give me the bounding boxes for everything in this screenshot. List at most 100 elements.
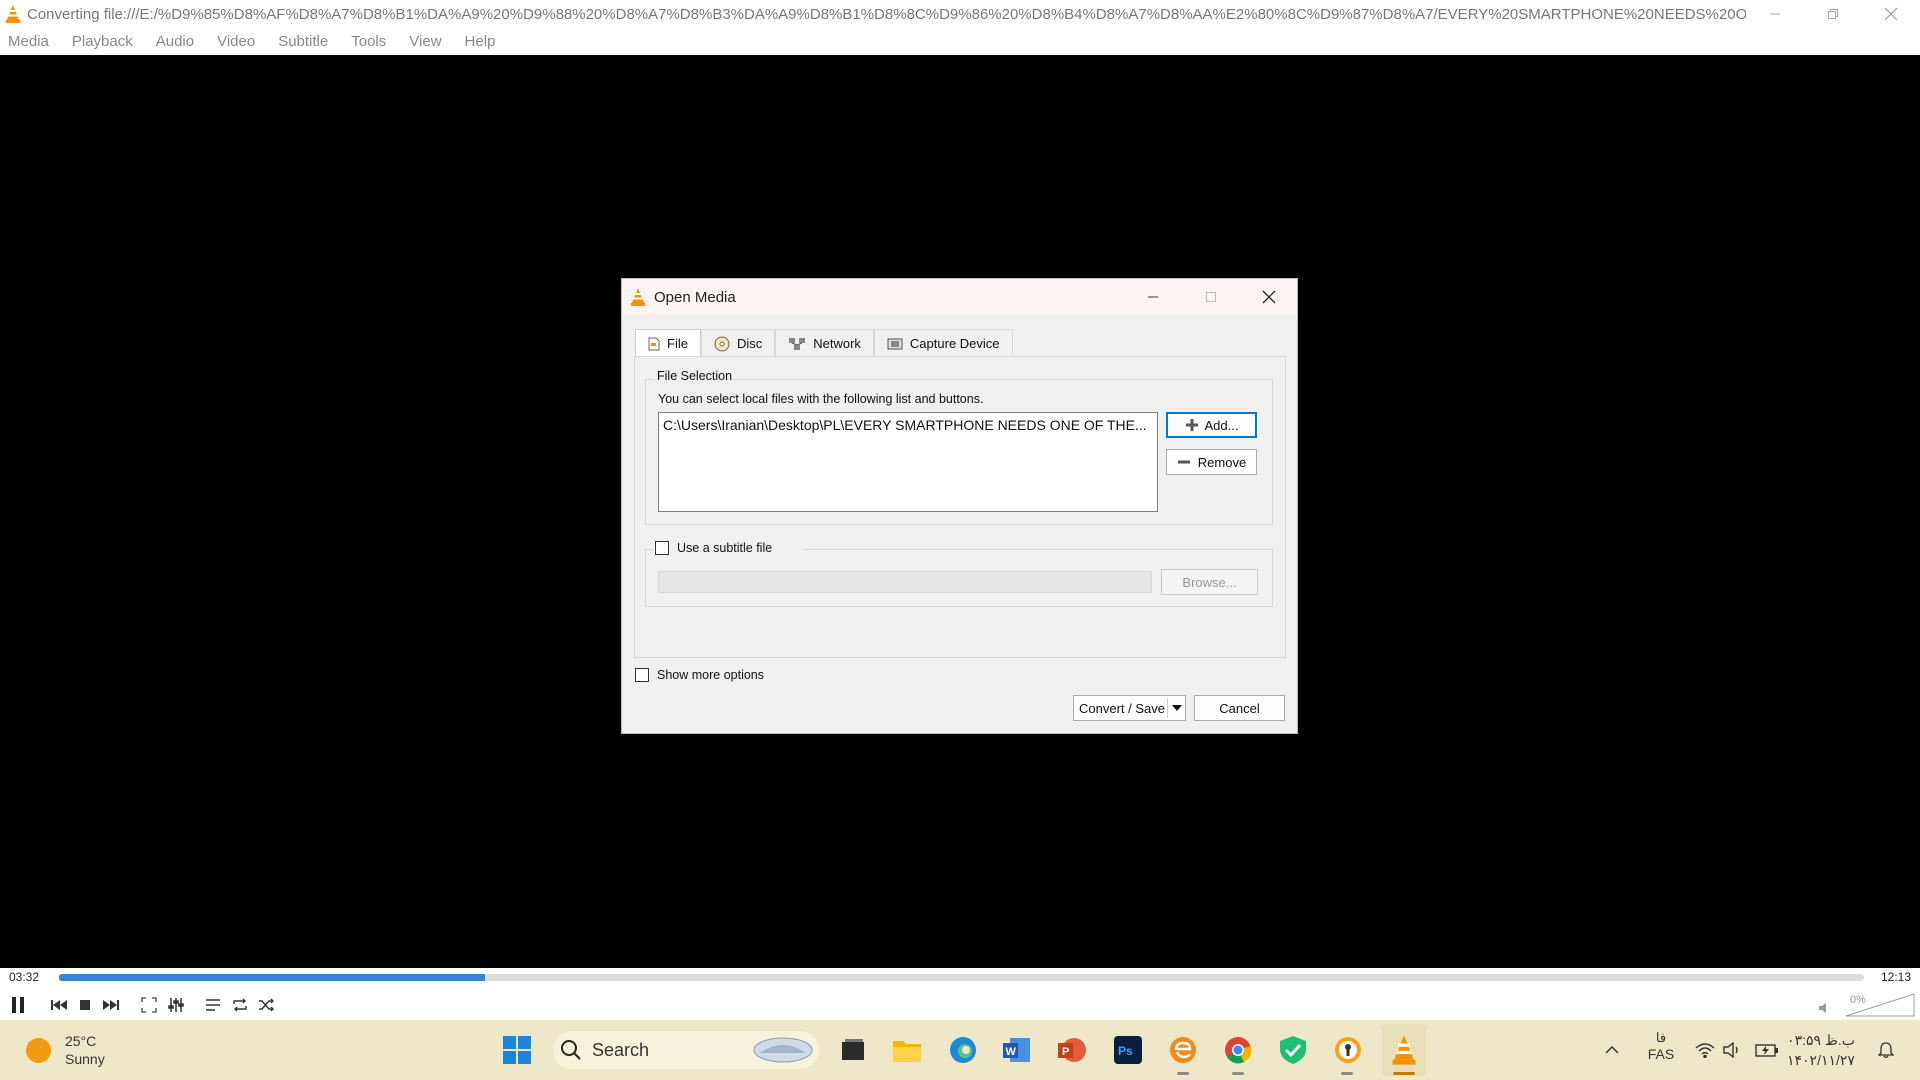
- menu-help[interactable]: Help: [465, 33, 496, 50]
- weather-widget[interactable]: 25°C Sunny: [26, 1032, 105, 1068]
- battery-button[interactable]: [1750, 1032, 1784, 1068]
- vlc-cone-icon: [6, 5, 20, 23]
- maximize-icon: [1206, 292, 1216, 302]
- e-logo-icon: [1170, 1037, 1196, 1063]
- fullscreen-button[interactable]: [136, 992, 162, 1018]
- show-more-options-label[interactable]: Show more options: [657, 668, 764, 682]
- convert-options-dropdown[interactable]: [1168, 696, 1185, 720]
- add-file-button[interactable]: Add...: [1166, 412, 1257, 438]
- language-indicator[interactable]: فا FAS: [1646, 1030, 1676, 1062]
- cancel-label: Cancel: [1219, 700, 1260, 716]
- photoshop-icon: Ps: [1114, 1036, 1142, 1064]
- player-controls: 03:32 12:13 0%: [0, 968, 1920, 1020]
- tab-file[interactable]: File: [635, 329, 701, 357]
- chrome-app[interactable]: [1220, 1032, 1256, 1068]
- menu-view[interactable]: View: [409, 33, 441, 50]
- notifications-button[interactable]: [1868, 1032, 1904, 1068]
- svg-text:W: W: [1006, 1046, 1017, 1058]
- app-running-indicator: [1232, 1072, 1244, 1075]
- task-view-button[interactable]: [834, 1032, 870, 1068]
- tab-disc[interactable]: Disc: [700, 329, 776, 357]
- word-app[interactable]: W: [999, 1032, 1035, 1068]
- chevron-down-icon: [1171, 705, 1182, 711]
- start-button[interactable]: [499, 1032, 535, 1068]
- menu-media[interactable]: Media: [8, 33, 49, 50]
- dialog-minimize-button[interactable]: [1124, 279, 1182, 315]
- extended-settings-button[interactable]: [163, 992, 189, 1018]
- show-more-options-checkbox[interactable]: [635, 668, 649, 682]
- vlc-app[interactable]: [1386, 1032, 1422, 1068]
- windows-logo-icon: [503, 1036, 531, 1064]
- use-subtitle-checkbox[interactable]: [655, 541, 669, 555]
- open-media-dialog: Open Media File Disc Network Capture Dev…: [621, 278, 1298, 734]
- menu-audio[interactable]: Audio: [156, 33, 194, 50]
- security-app[interactable]: [1275, 1032, 1311, 1068]
- folder-icon: [893, 1041, 921, 1062]
- next-icon: [103, 1000, 119, 1010]
- menu-playback[interactable]: Playback: [72, 33, 133, 50]
- menu-tools[interactable]: Tools: [351, 33, 386, 50]
- file-selection-label: File Selection: [655, 369, 735, 383]
- pause-button[interactable]: [5, 992, 31, 1018]
- volume-button[interactable]: [1716, 1032, 1750, 1068]
- network-icon: [788, 337, 806, 351]
- seek-bar[interactable]: [59, 974, 1864, 981]
- chrome-icon: [1225, 1037, 1252, 1064]
- restore-button[interactable]: [1804, 0, 1862, 28]
- minimize-button[interactable]: [1746, 0, 1804, 28]
- menu-video[interactable]: Video: [217, 33, 255, 50]
- search-icon: [561, 1040, 581, 1060]
- browse-label: Browse...: [1182, 574, 1237, 590]
- svg-text:Ps: Ps: [1118, 1044, 1133, 1058]
- file-tab-panel: File Selection You can select local file…: [634, 356, 1286, 658]
- previous-button[interactable]: [46, 992, 72, 1018]
- dialog-title: Open Media: [654, 288, 736, 306]
- taskbar-clock[interactable]: ۰۳:۵۹ ب.ظ ۱۴۰۲/۱۱/۲۷: [1787, 1030, 1855, 1070]
- clock-time: ۰۳:۵۹ ب.ظ: [1787, 1032, 1855, 1048]
- app-active-indicator: [1393, 1072, 1415, 1075]
- cancel-button[interactable]: Cancel: [1194, 695, 1285, 721]
- dialog-close-button[interactable]: [1240, 279, 1298, 315]
- file-list[interactable]: C:\Users\Iranian\Desktop\PL\EVERY SMARTP…: [658, 412, 1158, 512]
- dialog-titlebar: Open Media: [622, 279, 1297, 315]
- tab-capture-device[interactable]: Capture Device: [873, 329, 1013, 357]
- bell-icon: [1878, 1042, 1894, 1059]
- show-hidden-icons-button[interactable]: [1592, 1032, 1632, 1068]
- speaker-icon[interactable]: [1818, 1002, 1828, 1014]
- weather-temp: 25°C: [65, 1033, 97, 1049]
- photoshop-app[interactable]: Ps: [1110, 1032, 1146, 1068]
- file-explorer-app[interactable]: [889, 1032, 925, 1068]
- edge-icon: [950, 1037, 976, 1063]
- remove-file-button[interactable]: Remove: [1166, 449, 1257, 475]
- powerpoint-app[interactable]: P: [1054, 1032, 1090, 1068]
- edge-app[interactable]: [945, 1032, 981, 1068]
- stop-icon: [80, 1000, 90, 1010]
- dialog-maximize-button[interactable]: [1182, 279, 1240, 315]
- menu-subtitle[interactable]: Subtitle: [278, 33, 328, 50]
- minimize-icon: [1148, 296, 1158, 298]
- orange-app[interactable]: [1165, 1032, 1201, 1068]
- tab-disc-label: Disc: [736, 336, 763, 351]
- window-title: Converting file:///E:/%D9%85%D8%AF%D8%A7…: [27, 5, 1746, 23]
- task-view-icon: [842, 1039, 864, 1060]
- file-selection-hint: You can select local files with the foll…: [658, 392, 984, 406]
- app-running-indicator: [1341, 1072, 1353, 1075]
- shuffle-button[interactable]: [253, 992, 279, 1018]
- clock-date: ۱۴۰۲/۱۱/۲۷: [1787, 1052, 1855, 1068]
- close-window-button[interactable]: [1862, 0, 1920, 28]
- disc-icon: [714, 336, 730, 352]
- list-item[interactable]: C:\Users\Iranian\Desktop\PL\EVERY SMARTP…: [663, 417, 1153, 433]
- loop-button[interactable]: [227, 992, 253, 1018]
- stop-button[interactable]: [72, 992, 98, 1018]
- battery-charging-icon: [1755, 1044, 1778, 1057]
- vpn-app[interactable]: [1330, 1032, 1366, 1068]
- word-icon: W: [1003, 1038, 1030, 1062]
- taskbar-search[interactable]: Search: [553, 1031, 819, 1069]
- next-button[interactable]: [98, 992, 124, 1018]
- use-subtitle-label[interactable]: Use a subtitle file: [677, 541, 772, 555]
- tab-network[interactable]: Network: [775, 329, 874, 357]
- playlist-button[interactable]: [200, 992, 226, 1018]
- equalizer-icon: [168, 998, 184, 1012]
- convert-save-label: Convert / Save: [1079, 700, 1165, 716]
- taskbar: 25°C Sunny Search W P Ps فا FAS ۰۳:۵۹ ب.…: [0, 1020, 1920, 1080]
